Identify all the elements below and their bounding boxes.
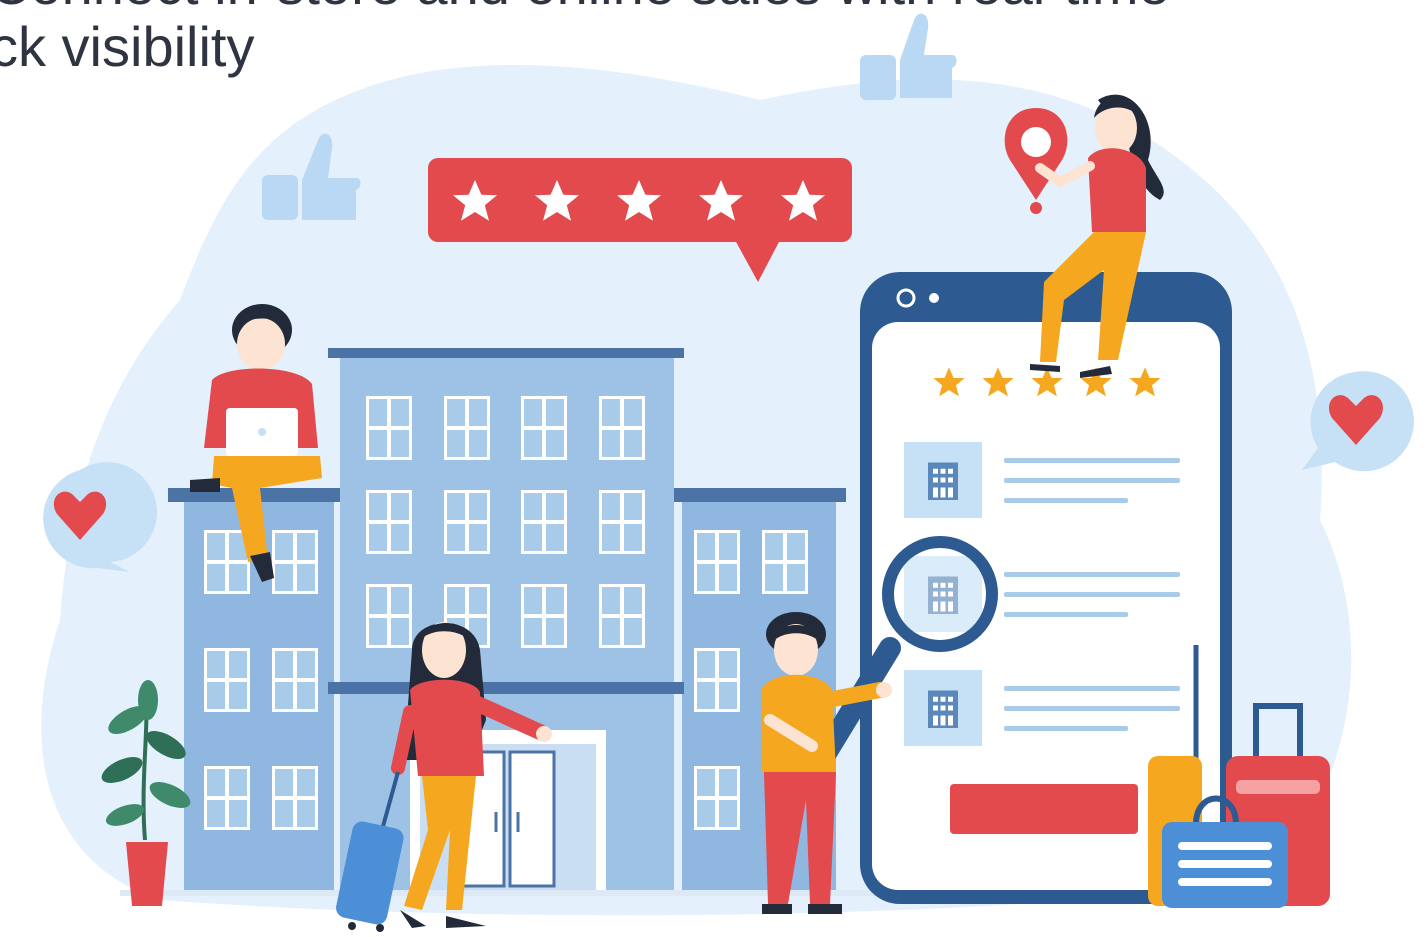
building-icon — [928, 462, 958, 500]
thumbs-up-icon — [860, 13, 957, 100]
book-button — [950, 784, 1138, 834]
hotel-booking-illustration — [41, 13, 1414, 932]
heart-icon — [1302, 371, 1414, 472]
building-icon — [928, 690, 958, 728]
